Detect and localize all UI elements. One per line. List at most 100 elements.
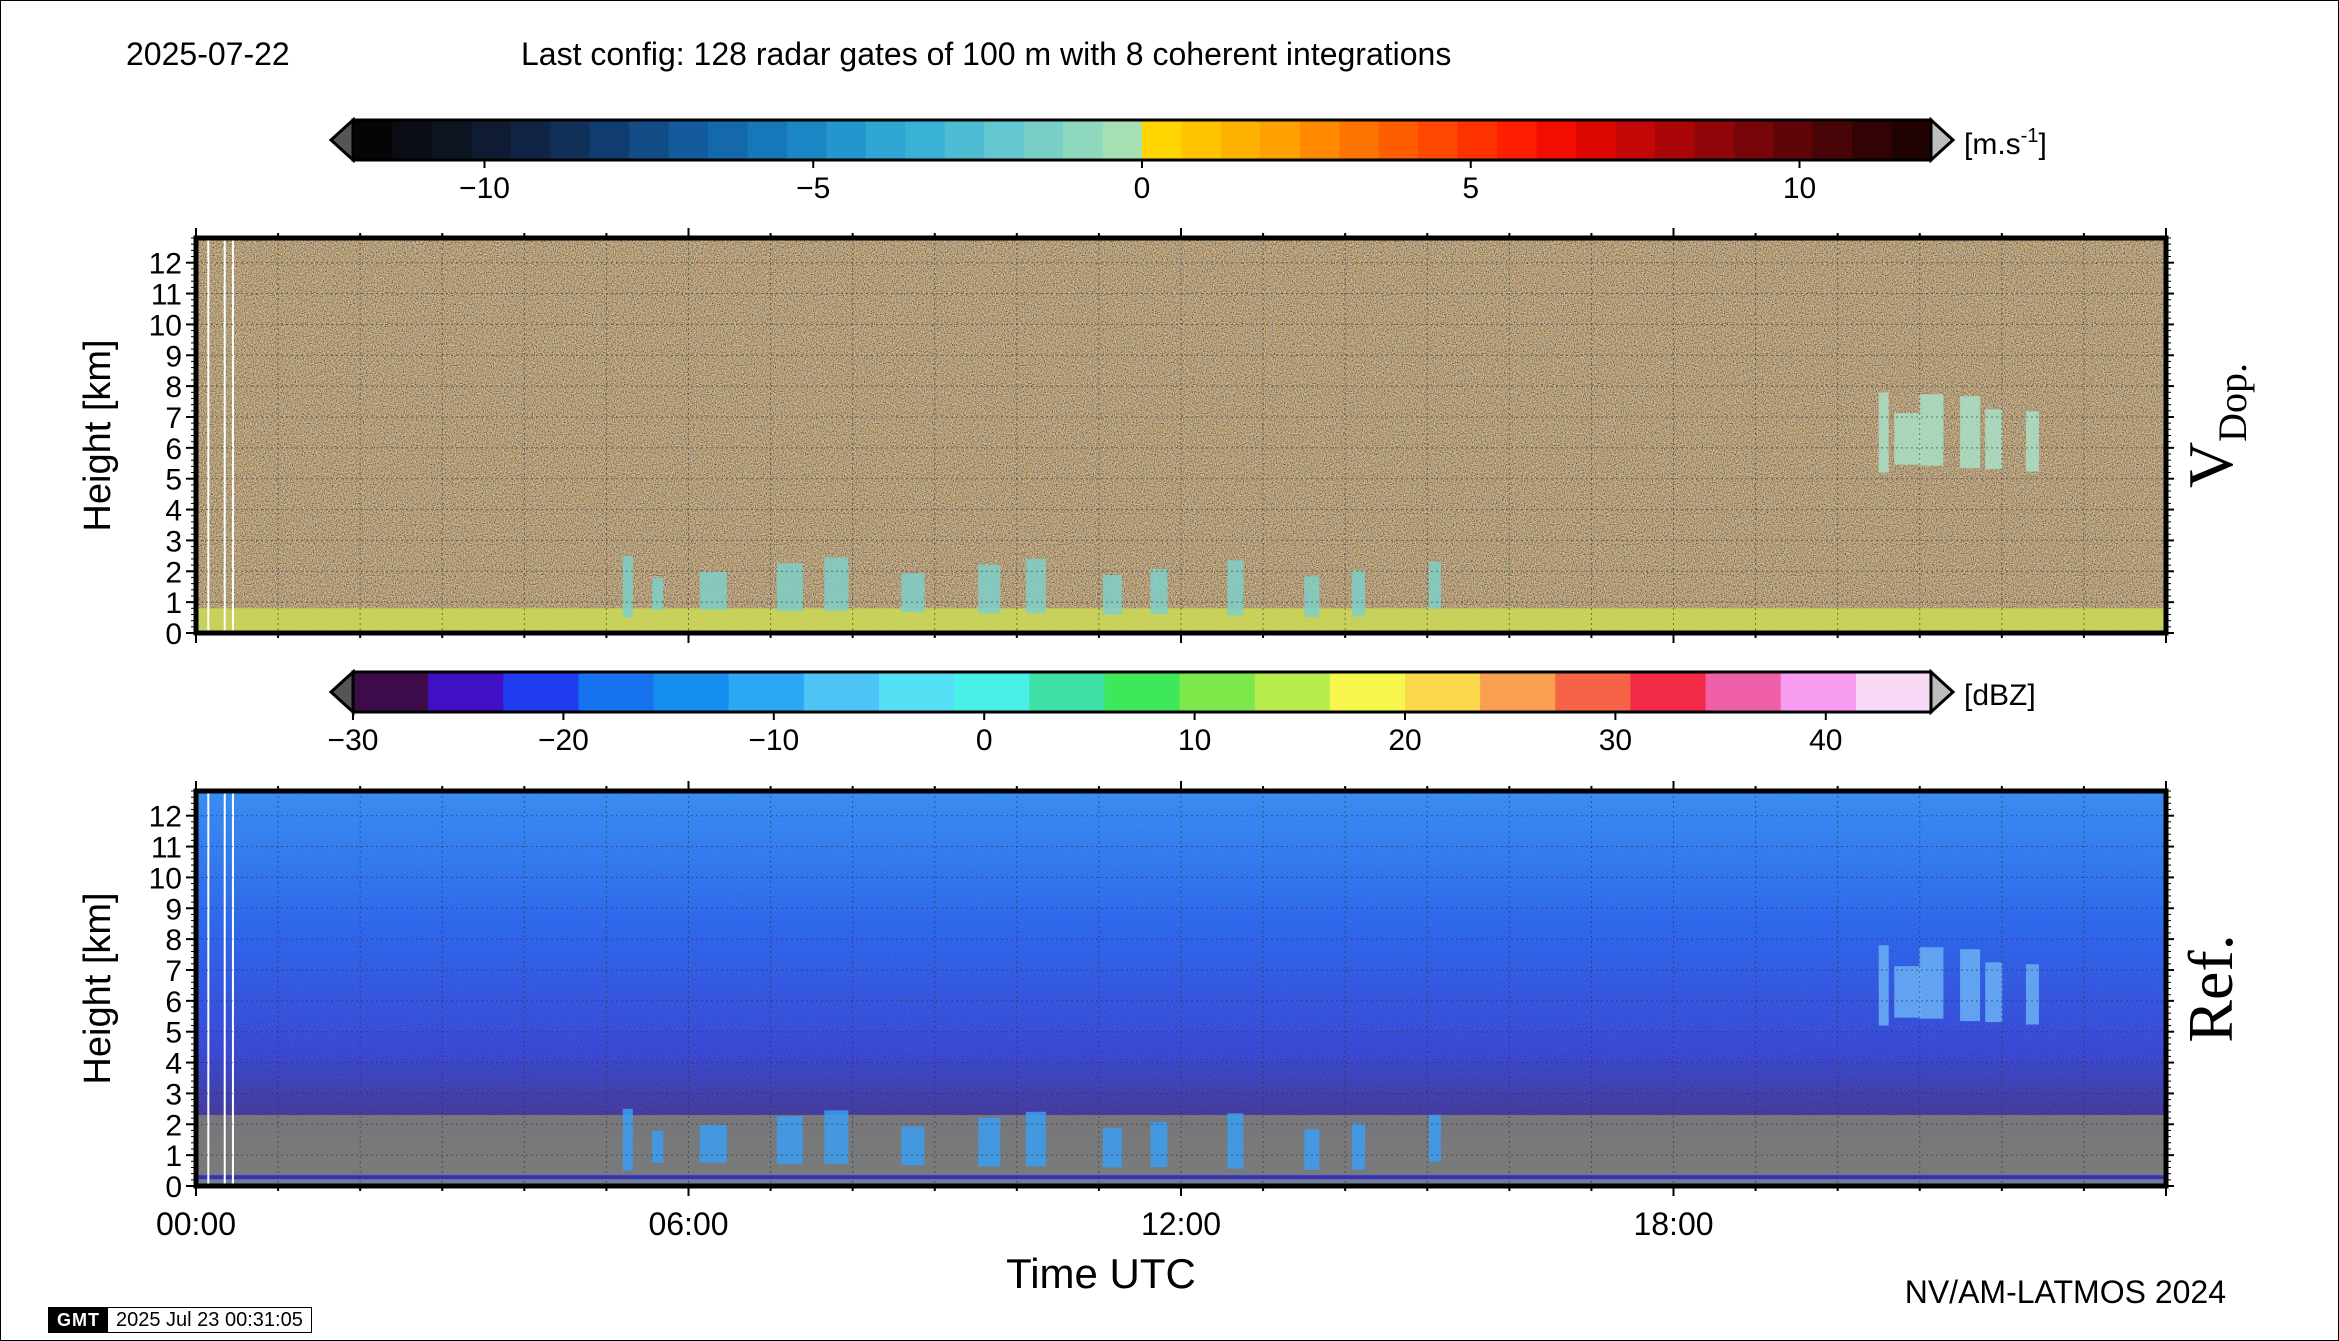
doppler-colorbar-swatch <box>431 120 472 160</box>
doppler-colorbar-swatch <box>1615 120 1656 160</box>
reflectivity-unit-label: [dBZ] <box>1964 679 2036 712</box>
feature-echo <box>1351 570 1365 617</box>
feature-echo <box>2025 411 2039 472</box>
reflectivity-panel-field <box>196 791 2166 1186</box>
doppler-colorbar-swatch <box>1102 120 1143 160</box>
x-tick-label: 06:00 <box>648 1206 728 1242</box>
doppler-colorbar-swatch <box>1812 120 1853 160</box>
triangle-right-icon <box>1929 668 1956 716</box>
feature-echo <box>1351 1123 1365 1170</box>
doppler-colorbar-swatch <box>668 120 709 160</box>
y-tick-label: 5 <box>165 1017 182 1050</box>
reflectivity-colorbar-swatch <box>1104 672 1181 712</box>
feature-echo <box>2025 964 2039 1025</box>
doppler-unit-label: [m.s-1] <box>1964 125 2047 161</box>
feature-echo <box>1919 394 1944 466</box>
reflectivity-colorbar-tick-label: −30 <box>328 724 379 757</box>
reflectivity-colorbar-swatch <box>1029 672 1106 712</box>
reflectivity-colorbar-tick-label: 20 <box>1388 724 1421 757</box>
doppler-panel-field <box>196 238 2166 633</box>
y-tick-label: 6 <box>165 986 182 1019</box>
reflectivity-colorbar-swatch <box>1480 672 1556 712</box>
x-tick-label: 00:00 <box>156 1206 236 1242</box>
doppler-colorbar-swatch <box>1536 120 1577 160</box>
y-tick-label: 2 <box>165 1109 182 1142</box>
doppler-colorbar-swatch <box>1339 120 1380 160</box>
doppler-colorbar-swatch <box>629 120 670 160</box>
feature-echo <box>652 577 664 611</box>
doppler-colorbar-swatch <box>1063 120 1104 160</box>
feature-echo <box>1227 560 1244 616</box>
doppler-colorbar-swatch <box>1733 120 1774 160</box>
x-tick-label: 12:00 <box>1141 1206 1221 1242</box>
y-tick-label: 11 <box>151 279 182 312</box>
doppler-colorbar-tick-label: 5 <box>1462 172 1479 205</box>
reflectivity-colorbar-tick-label: 40 <box>1809 724 1842 757</box>
y-tick-label: 7 <box>165 955 182 988</box>
reflectivity-colorbar-swatch <box>503 672 580 712</box>
y-tick-label: 10 <box>149 862 182 895</box>
y-tick-label: 0 <box>165 1171 182 1204</box>
y-axis-label: Height [km] <box>77 892 119 1084</box>
feature-echo <box>1025 1111 1046 1167</box>
reflectivity-colorbar-swatch <box>1705 672 1782 712</box>
feature-echo <box>1025 558 1046 614</box>
doppler-colorbar-swatch <box>865 120 906 160</box>
doppler-colorbar-swatch <box>1891 120 1932 160</box>
y-axis-label: Height [km] <box>77 339 119 531</box>
doppler-colorbar-swatch <box>353 120 394 160</box>
y-tick-label: 4 <box>165 495 182 528</box>
doppler-colorbar-swatch <box>392 120 433 160</box>
feature-echo <box>1304 576 1320 617</box>
doppler-colorbar-swatch <box>944 120 985 160</box>
feature-echo <box>1878 945 1889 1026</box>
doppler-colorbar-tick-label: −5 <box>796 172 830 205</box>
doppler-colorbar-swatch <box>905 120 946 160</box>
reflectivity-colorbar-swatch <box>1855 672 1932 712</box>
feature-echo <box>824 557 849 611</box>
reflectivity-colorbar-swatch <box>1555 672 1632 712</box>
y-tick-label: 5 <box>165 464 182 497</box>
reflectivity-colorbar <box>328 668 1956 720</box>
doppler-colorbar-swatch <box>1418 120 1459 160</box>
gmt-logo-icon: GMT <box>49 1308 108 1332</box>
doppler-colorbar-swatch <box>1023 120 1064 160</box>
doppler-colorbar-tick-label: −10 <box>459 172 510 205</box>
doppler-colorbar-swatch <box>1181 120 1222 160</box>
feature-echo <box>1919 947 1944 1019</box>
feature-echo <box>1878 392 1889 473</box>
feature-echo <box>1102 1127 1122 1168</box>
y-tick-label: 3 <box>165 525 182 558</box>
reflectivity-colorbar-swatch <box>803 672 880 712</box>
y-tick-label: 0 <box>165 618 182 651</box>
feature-echo <box>1985 962 2003 1023</box>
doppler-colorbar-swatch <box>1378 120 1419 160</box>
feature-echo <box>1960 396 1981 469</box>
reflectivity-colorbar-swatch <box>1405 672 1481 712</box>
doppler-colorbar-swatch <box>510 120 551 160</box>
reflectivity-colorbar-swatch <box>1780 672 1857 712</box>
radar-figure: −10 −5 0 5 10[m.s-1]−30 −20 −10 0 10 20 30 40[dBZ]0… <box>77 116 2255 1297</box>
feature-echo <box>901 1126 925 1166</box>
y-tick-label: 12 <box>149 801 182 834</box>
doppler-colorbar-swatch <box>1220 120 1261 160</box>
reflectivity-colorbar-swatch <box>428 672 504 712</box>
feature-echo <box>978 564 1001 614</box>
doppler-panel-quantity-label: VDop. <box>2175 363 2255 488</box>
feature-echo <box>1150 568 1168 615</box>
y-tick-label: 10 <box>149 309 182 342</box>
gmt-timestamp: 2025 Jul 23 00:31:05 <box>116 1308 303 1331</box>
y-tick-label: 4 <box>165 1048 182 1081</box>
feature-echo <box>776 1116 803 1165</box>
y-tick-label: 1 <box>165 1140 182 1173</box>
doppler-colorbar-swatch <box>1142 120 1183 160</box>
feature-echo <box>1960 949 1981 1022</box>
feature-echo <box>824 1110 849 1164</box>
feature-echo <box>1150 1121 1168 1168</box>
y-tick-label: 7 <box>165 402 182 435</box>
doppler-colorbar-swatch <box>984 120 1025 160</box>
y-tick-label: 8 <box>165 371 182 404</box>
credit-label: NV/AM-LATMOS 2024 <box>1904 1274 2226 1310</box>
doppler-colorbar-swatch <box>1299 120 1340 160</box>
y-tick-label: 11 <box>151 832 182 865</box>
